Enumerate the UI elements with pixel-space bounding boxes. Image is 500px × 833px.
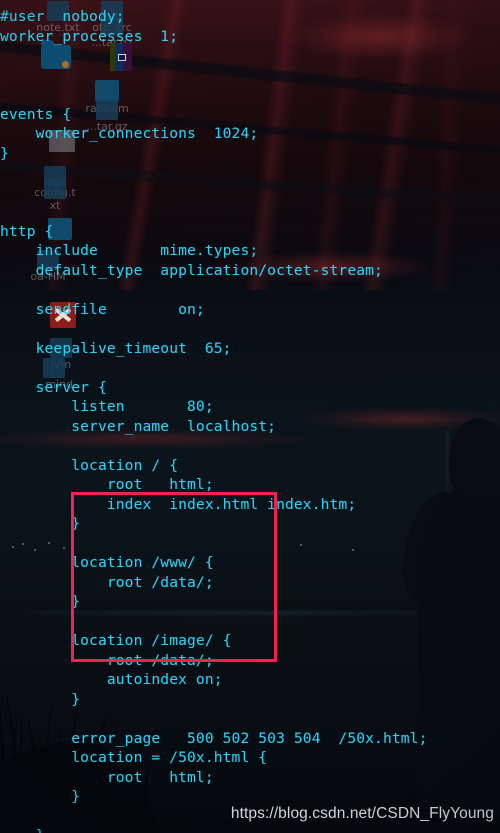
nginx-config-text: #user nobody; worker_processes 1; events… (0, 8, 428, 833)
location-blocks-highlight-box (71, 492, 277, 662)
screenshot-root: note.txtotp_src...tar.gzrabbitm...tar.gz… (0, 0, 500, 833)
blog-watermark: https://blog.csdn.net/CSDN_FlyYoung (230, 805, 494, 822)
